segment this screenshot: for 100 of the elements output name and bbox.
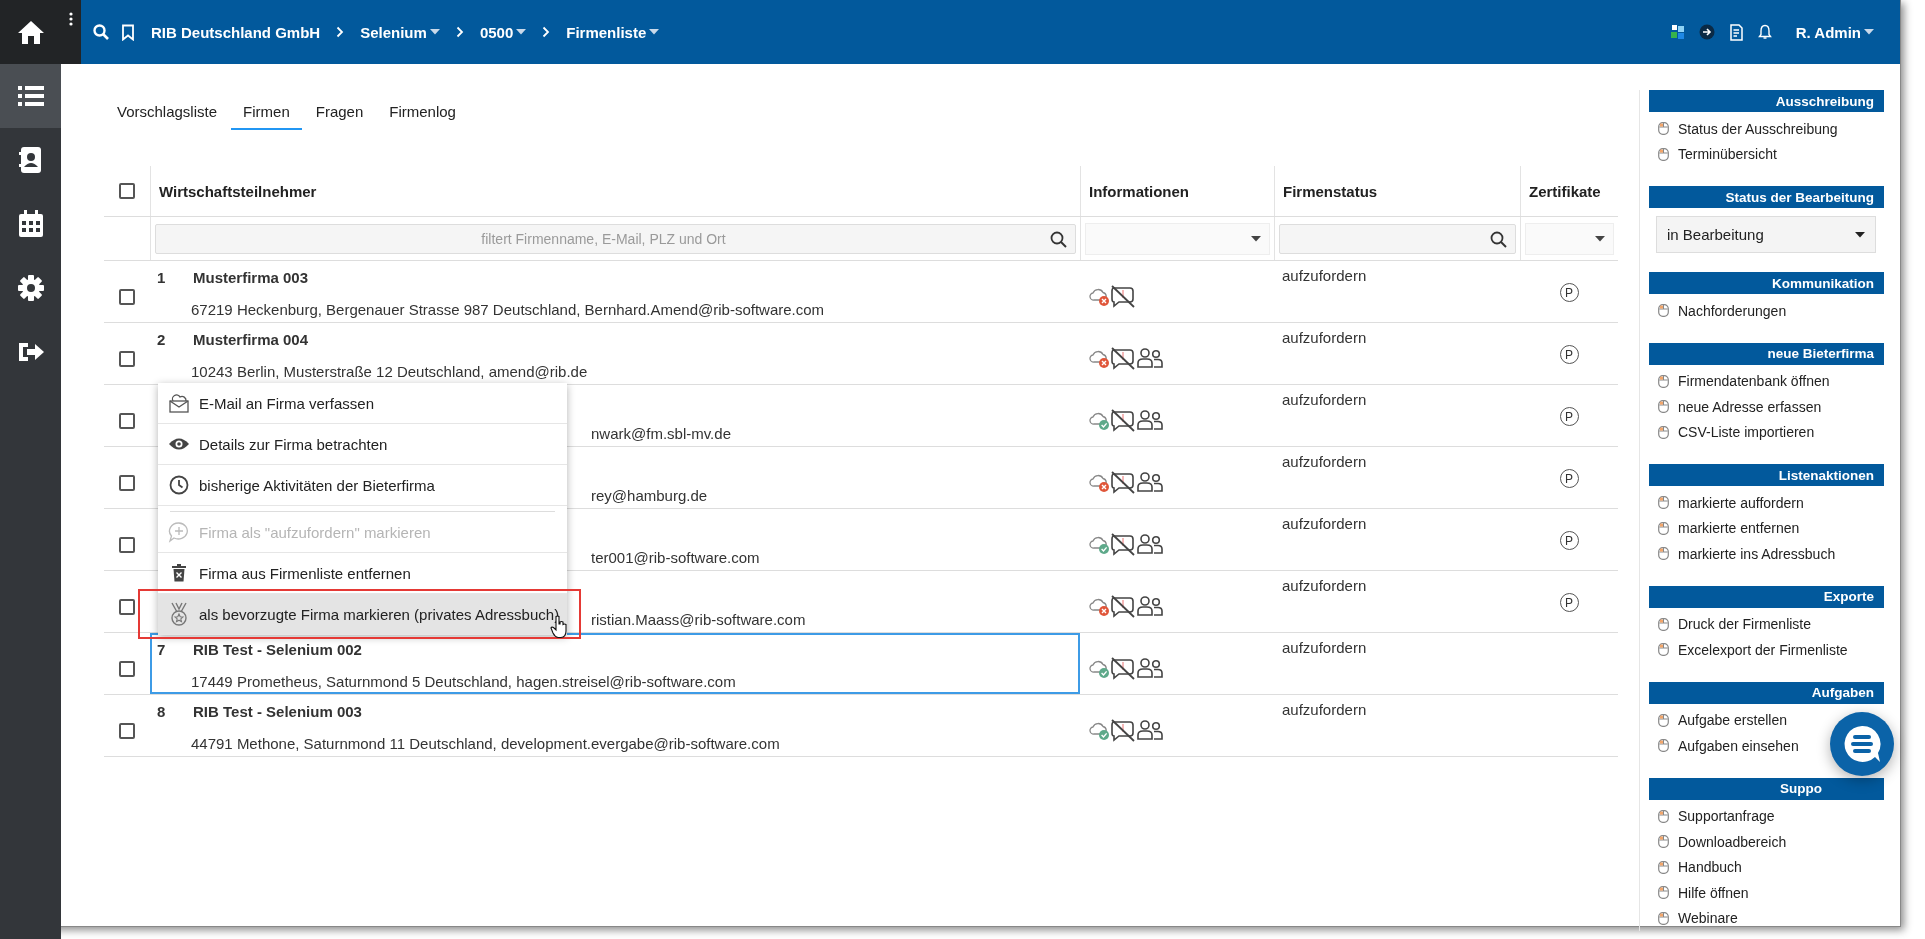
status-text: aufzufordern	[1282, 577, 1367, 594]
status-text: aufzufordern	[1282, 391, 1367, 408]
sidebar-link[interactable]: Aufgaben einsehen	[1649, 733, 1805, 759]
breadcrumb-link[interactable]: 0500	[475, 23, 531, 41]
caret-icon	[649, 29, 660, 35]
caret-icon	[1855, 231, 1865, 238]
row-number: 7	[157, 640, 167, 658]
menu-item[interactable]: als bevorzugte Firma markieren (privates Adressbuch)	[158, 594, 567, 635]
checkbox[interactable]	[119, 598, 135, 615]
checkbox[interactable]	[119, 350, 135, 367]
sidebar-link[interactable]: neue Adresse erfassen	[1649, 394, 1828, 420]
breadcrumb-link[interactable]: Firmenliste	[562, 23, 664, 41]
user-menu[interactable]: R. Admin	[1791, 23, 1878, 41]
checkbox[interactable]	[119, 536, 135, 553]
menu-item[interactable]: Details zur Firma betrachten	[158, 424, 567, 465]
nav-button[interactable]	[0, 64, 61, 128]
sidebar-link[interactable]: Excelexport der Firmenliste	[1649, 637, 1854, 663]
checkbox[interactable]	[119, 288, 135, 305]
chat-button[interactable]	[1830, 712, 1894, 776]
bell-icon	[1757, 24, 1772, 40]
sidebar-link[interactable]: Handbuch	[1649, 854, 1748, 880]
nav-button[interactable]	[0, 0, 61, 64]
company-address: rey@hamburg.de	[591, 487, 708, 504]
status-text: aufzufordern	[1282, 701, 1367, 718]
section-title: Aufgaben	[1811, 685, 1874, 700]
chat-icon	[1842, 724, 1882, 764]
breadcrumb-link[interactable]: RIB Deutschland GmbH	[147, 23, 325, 41]
chat-off-icon	[1110, 531, 1136, 556]
status-text: aufzufordern	[1282, 453, 1367, 470]
checkbox[interactable]	[119, 474, 135, 491]
company-name: Musterfirma 004	[193, 330, 309, 348]
clock-icon	[169, 475, 189, 495]
mouse-icon	[1658, 425, 1669, 439]
section-title: Listenaktionen	[1778, 467, 1874, 483]
exit-icon	[16, 340, 45, 364]
chevron-icon	[336, 26, 345, 38]
mouse-icon	[1658, 547, 1669, 561]
tab[interactable]: Fragen	[303, 94, 376, 130]
sidebar-link[interactable]: Nachforderungen	[1649, 298, 1793, 324]
eye-icon	[168, 437, 190, 451]
mouse-icon	[1658, 147, 1669, 161]
search-icon	[93, 24, 109, 40]
trash-icon	[172, 564, 186, 582]
section-title: Status der Bearbeitung	[1725, 189, 1874, 205]
address-book-icon	[18, 146, 43, 174]
chat-off-icon	[1110, 469, 1136, 494]
sidebar-link[interactable]: CSV-Liste importieren	[1649, 419, 1821, 445]
chevron-icon	[455, 26, 464, 38]
chat-off-icon	[1110, 345, 1136, 370]
mouse-icon	[1658, 304, 1669, 318]
sidebar-link[interactable]: markierte entfernen	[1649, 515, 1806, 541]
status-select[interactable]: in Bearbeitung	[1656, 216, 1876, 253]
tab[interactable]: Vorschlagsliste	[105, 94, 230, 130]
chat-off-icon	[1110, 717, 1136, 742]
caret-icon	[1595, 235, 1605, 242]
sidebar-link[interactable]: markierte ins Adressbuch	[1649, 541, 1842, 567]
checkbox[interactable]	[119, 722, 135, 739]
company-name: Musterfirma 003	[193, 268, 309, 286]
sidebar-link[interactable]: Supportanfrage	[1649, 803, 1781, 829]
mouse-icon	[1658, 617, 1669, 631]
caret-icon	[429, 29, 440, 35]
company-address: ter001@rib-software.com	[591, 549, 760, 566]
menu-item[interactable]: E-Mail an Firma verfassen	[158, 383, 567, 424]
home-icon	[16, 19, 45, 45]
sidebar-link[interactable]: Hilfe öffnen	[1649, 880, 1755, 906]
chat-off-icon	[1110, 593, 1136, 618]
sidebar-link[interactable]: Druck der Firmenliste	[1649, 611, 1818, 637]
mail-icon	[168, 392, 190, 414]
tab[interactable]: Firmenlog	[377, 94, 468, 130]
sidebar-link[interactable]: markierte auffordern	[1649, 490, 1810, 516]
mouse-icon	[1658, 374, 1669, 388]
mouse-icon	[1658, 860, 1669, 874]
status-text: aufzufordern	[1282, 639, 1367, 656]
filter-field[interactable]: filtert Firmenname, E-Mail, PLZ und Ort	[155, 223, 1076, 254]
sidebar-link[interactable]: Webinare	[1649, 905, 1744, 931]
mouse-icon	[1658, 713, 1669, 727]
menu-item[interactable]: bisherige Aktivitäten der Bieterfirma	[158, 465, 567, 506]
sidebar-link[interactable]: Aufgabe erstellen	[1649, 707, 1793, 733]
sidebar-link[interactable]: Firmendatenbank öffnen	[1649, 368, 1836, 394]
sidebar-link[interactable]: Downloadbereich	[1649, 829, 1793, 855]
mouse-icon	[1658, 809, 1669, 823]
section-title: Kommunikation	[1772, 275, 1874, 291]
chat-plus-icon	[168, 521, 190, 543]
caret-icon	[1251, 235, 1261, 242]
mouse-icon	[1658, 400, 1669, 414]
caret-icon	[1864, 29, 1874, 35]
filter-field[interactable]	[1279, 223, 1516, 254]
breadcrumb-link[interactable]: Selenium	[356, 23, 444, 41]
sidebar-link[interactable]: Status der Ausschreibung	[1649, 116, 1844, 142]
status-text: aufzufordern	[1282, 329, 1367, 346]
search-icon	[1490, 230, 1507, 248]
tab[interactable]: Firmen	[231, 94, 302, 130]
sidebar-link[interactable]: Terminübersicht	[1649, 141, 1783, 167]
section-title: Ausschreibung	[1775, 93, 1874, 109]
calendar-icon	[17, 210, 44, 238]
checkbox[interactable]	[119, 412, 135, 429]
mouse-icon	[1658, 643, 1669, 657]
checkbox[interactable]	[119, 660, 135, 677]
status-text: aufzufordern	[1282, 515, 1367, 532]
checkbox[interactable]	[119, 183, 135, 199]
